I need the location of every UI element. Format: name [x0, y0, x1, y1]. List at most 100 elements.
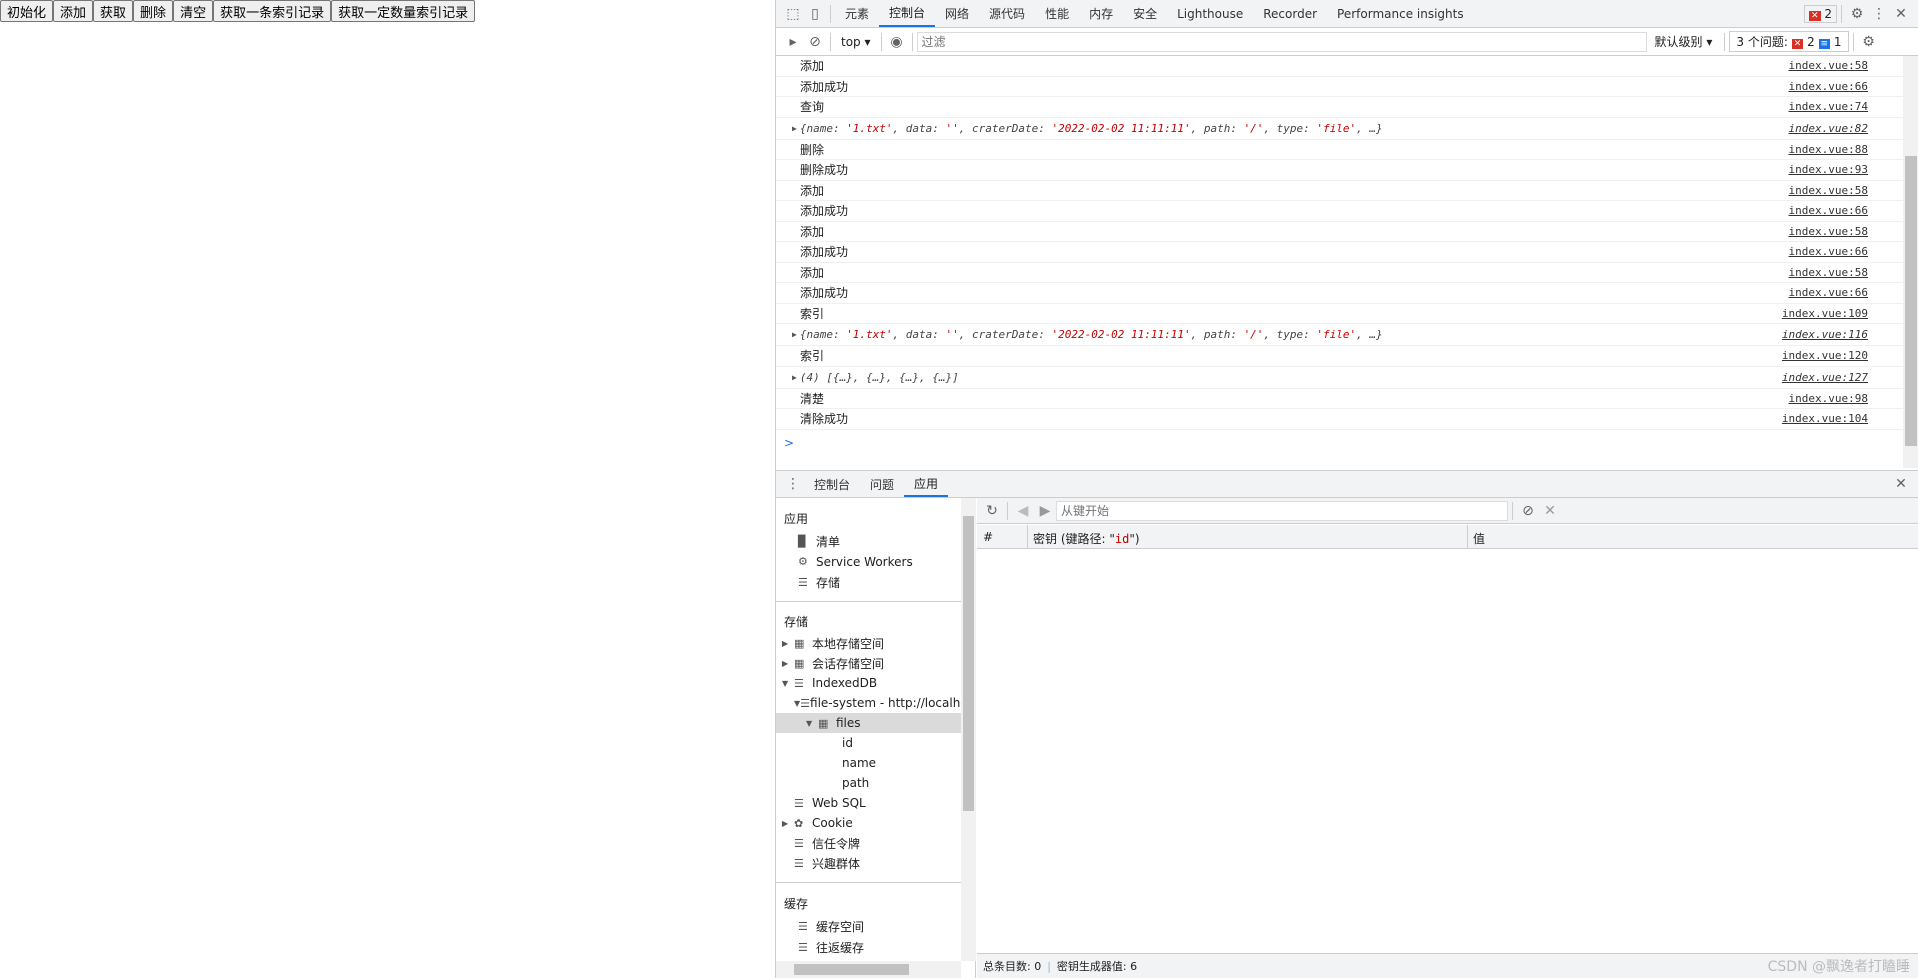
sidebar-item[interactable]: ⚙ Service Workers	[776, 552, 961, 572]
error-count-badge[interactable]: ✕ 2	[1803, 4, 1837, 23]
context-select[interactable]: top ▾	[835, 35, 877, 49]
sidebar-scrollbar[interactable]	[961, 498, 976, 961]
sidebar-item[interactable]: ▉ 清单	[776, 531, 961, 551]
sidebar-item[interactable]: ▶ ✿ Cookie	[776, 813, 961, 833]
more-menu-icon[interactable]: ⋮	[1868, 3, 1890, 25]
page-button[interactable]: 获取一条索引记录	[213, 0, 332, 22]
console-message[interactable]: ▶ {name: '1.txt', data: '', craterDate: '…	[776, 118, 1903, 140]
page-button[interactable]: 获取一定数量索引记录	[331, 0, 476, 22]
sidebar-item[interactable]: ▼☰file-system - http://localhost	[776, 693, 961, 713]
console-message: 添加成功 index.vue:66	[776, 77, 1903, 97]
tab-4[interactable]: 性能	[1035, 0, 1079, 27]
sidebar-item[interactable]: ☰ 兴趣群体	[776, 853, 961, 873]
sidebar-item[interactable]: ☰ 存储	[776, 572, 961, 592]
sidebar-item[interactable]: ▶ ▦ 会话存储空间	[776, 653, 961, 673]
page-button[interactable]: 初始化	[0, 0, 54, 22]
source-link[interactable]: index.vue:66	[1789, 80, 1868, 93]
console-settings-icon[interactable]: ⚙	[1858, 31, 1880, 53]
page-button[interactable]: 获取	[93, 0, 134, 22]
source-link[interactable]: index.vue:93	[1789, 163, 1868, 176]
sidebar-toggle-icon[interactable]: ▸	[782, 31, 804, 53]
col-value[interactable]: 值	[1473, 530, 1485, 547]
console-message: 索引 index.vue:109	[776, 304, 1903, 324]
tab-7[interactable]: Lighthouse	[1167, 0, 1253, 27]
col-key[interactable]: 密钥 (键路径: "id")	[1033, 530, 1140, 547]
device-toggle-icon[interactable]: ▯	[804, 3, 826, 25]
expand-arrow-icon[interactable]: ▶	[782, 819, 794, 828]
source-link[interactable]: index.vue:98	[1789, 392, 1868, 405]
source-link[interactable]: index.vue:66	[1789, 245, 1868, 258]
tab-3[interactable]: 源代码	[979, 0, 1035, 27]
refresh-icon[interactable]: ↻	[981, 500, 1003, 522]
sidebar-item[interactable]: ☰ 信任令牌	[776, 833, 961, 853]
sidebar-item[interactable]: ☰ Web SQL	[776, 793, 961, 813]
tab-2[interactable]: 网络	[935, 0, 979, 27]
sidebar-item[interactable]: ▶ ▦ 本地存储空间	[776, 633, 961, 653]
sidebar-item[interactable]: ▼ ☰ IndexedDB	[776, 673, 961, 693]
sidebar-item[interactable]: ▼ ▦ files	[776, 713, 961, 733]
tab-6[interactable]: 安全	[1123, 0, 1167, 27]
drawer-tab-2[interactable]: 应用	[904, 471, 949, 497]
source-link[interactable]: index.vue:88	[1789, 143, 1868, 156]
next-page-icon[interactable]: ▶	[1034, 500, 1056, 522]
source-link[interactable]: index.vue:120	[1782, 349, 1868, 362]
prev-page-icon[interactable]: ◀	[1012, 500, 1034, 522]
page-button[interactable]: 删除	[133, 0, 174, 22]
expand-triangle-icon[interactable]: ▶	[792, 330, 797, 339]
close-icon[interactable]: ✕	[1890, 3, 1912, 25]
source-link[interactable]: index.vue:104	[1782, 412, 1868, 425]
page-button[interactable]: 添加	[53, 0, 94, 22]
message-text: 索引	[800, 349, 825, 364]
expand-arrow-icon[interactable]: ▼	[782, 679, 794, 688]
source-link[interactable]: index.vue:127	[1782, 371, 1868, 384]
tab-0[interactable]: 元素	[835, 0, 879, 27]
filter-input[interactable]	[916, 31, 1647, 52]
expand-triangle-icon[interactable]: ▶	[792, 124, 797, 133]
console-message[interactable]: ▶ (4) [{…}, {…}, {…}, {…}] index.vue:127	[776, 367, 1903, 389]
tab-8[interactable]: Recorder	[1253, 0, 1327, 27]
source-link[interactable]: index.vue:58	[1789, 225, 1868, 238]
clear-store-icon[interactable]: ⊘	[1517, 500, 1539, 522]
sidebar-item[interactable]: ☰ 往返缓存	[776, 937, 961, 957]
expand-arrow-icon[interactable]: ▼	[806, 719, 818, 728]
expand-triangle-icon[interactable]: ▶	[792, 373, 797, 382]
source-link[interactable]: index.vue:109	[1782, 307, 1868, 320]
console-toolbar: ▸ ⊘ top ▾ ◉ 默认级别 ▾ 3 个问题: ✕ 2 ≡ 1 ⚙	[776, 28, 1918, 56]
console-scrollbar[interactable]	[1903, 56, 1918, 468]
source-link[interactable]: index.vue:66	[1789, 286, 1868, 299]
sidebar-item[interactable]: path	[776, 773, 961, 793]
tab-5[interactable]: 内存	[1079, 0, 1123, 27]
source-link[interactable]: index.vue:82	[1789, 122, 1868, 135]
sidebar-item[interactable]: ☰ 缓存空间	[776, 916, 961, 936]
live-expression-eye-icon[interactable]: ◉	[886, 31, 908, 53]
sidebar-hscrollbar[interactable]	[776, 961, 961, 978]
delete-selected-icon[interactable]: ✕	[1539, 500, 1561, 522]
source-link[interactable]: index.vue:58	[1789, 266, 1868, 279]
drawer-menu-icon[interactable]: ⋮	[782, 473, 804, 495]
source-link[interactable]: index.vue:116	[1782, 328, 1868, 341]
start-key-input[interactable]	[1056, 500, 1508, 521]
drawer-close-icon[interactable]: ✕	[1890, 473, 1912, 495]
sidebar-item[interactable]: id	[776, 733, 961, 753]
info-icon: ≡	[1818, 39, 1831, 49]
source-link[interactable]: index.vue:58	[1789, 59, 1868, 72]
sidebar-item[interactable]: name	[776, 753, 961, 773]
source-link[interactable]: index.vue:58	[1789, 184, 1868, 197]
tab-1[interactable]: 控制台	[879, 0, 936, 27]
console-message[interactable]: ▶ {name: '1.txt', data: '', craterDate: '…	[776, 324, 1903, 346]
settings-gear-icon[interactable]: ⚙	[1846, 3, 1868, 25]
source-link[interactable]: index.vue:74	[1789, 100, 1868, 113]
issues-button[interactable]: 3 个问题: ✕ 2 ≡ 1	[1729, 31, 1849, 52]
expand-arrow-icon[interactable]: ▶	[782, 639, 794, 648]
source-link[interactable]: index.vue:66	[1789, 204, 1868, 217]
page-buttons: 初始化 添加 获取 删除 清空 获取一条索引记录 获取一定数量索引记录	[0, 0, 476, 22]
expand-arrow-icon[interactable]: ▶	[782, 659, 794, 668]
log-level-select[interactable]: 默认级别 ▾	[1647, 33, 1721, 50]
page-button[interactable]: 清空	[173, 0, 214, 22]
console-prompt[interactable]: >	[784, 436, 794, 450]
drawer-tab-1[interactable]: 问题	[860, 471, 904, 497]
tab-9[interactable]: Performance insights	[1327, 0, 1474, 27]
inspect-icon[interactable]: ⬚	[782, 3, 804, 25]
clear-console-icon[interactable]: ⊘	[804, 31, 826, 53]
drawer-tab-0[interactable]: 控制台	[804, 471, 860, 497]
